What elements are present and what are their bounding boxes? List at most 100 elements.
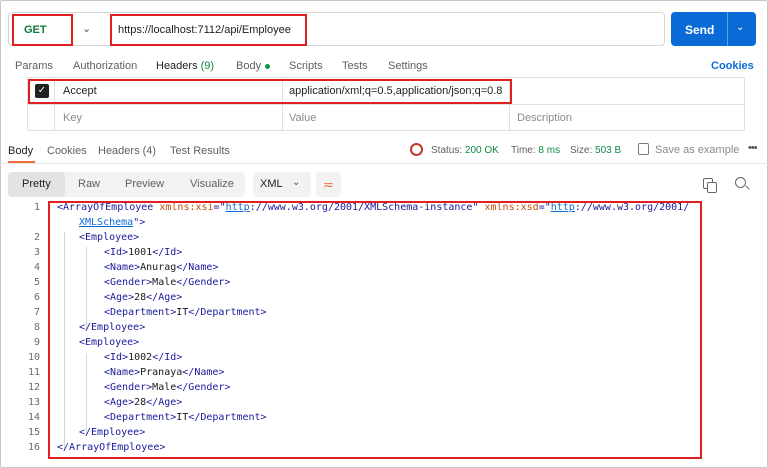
tab-settings[interactable]: Settings — [388, 60, 428, 72]
response-tab-test-results[interactable]: Test Results — [170, 145, 230, 157]
code-line: 3 <Id>1001</Id> — [0, 247, 768, 262]
code-text: <Employee> — [79, 337, 140, 348]
line-number: 14 — [27, 412, 40, 423]
code-text: <Age>28</Age> — [104, 292, 183, 303]
line-number: 5 — [33, 277, 40, 288]
code-text: </Employee> — [79, 427, 146, 438]
code-text: <Name>Anurag</Name> — [104, 262, 219, 273]
time-label: Time: — [511, 145, 536, 156]
line-number: 3 — [33, 247, 40, 258]
line-number: 1 — [33, 202, 40, 213]
code-text: </Employee> — [79, 322, 146, 333]
send-button-label[interactable]: Send — [685, 23, 714, 37]
code-text: <ArrayOfEmployee xmlns:xsi="http://www.w… — [57, 202, 690, 213]
view-preview[interactable]: Preview — [125, 178, 164, 190]
line-number: 4 — [33, 262, 40, 273]
code-text: <Department>IT</Department> — [104, 412, 267, 423]
size-readout[interactable]: Size: 503 B — [570, 145, 621, 156]
size-label: Size: — [570, 145, 593, 156]
more-options-icon[interactable]: ••• — [748, 142, 758, 154]
request-bar — [8, 12, 665, 46]
wrap-lines-icon[interactable]: ≂ — [316, 172, 341, 197]
tab-body[interactable]: Body — [236, 60, 271, 72]
tab-params[interactable]: Params — [15, 60, 53, 72]
tab-headers[interactable]: Headers (9) — [156, 60, 214, 72]
chevron-down-icon[interactable]: ⌄ — [292, 177, 300, 188]
code-line: 4 <Name>Anurag</Name> — [0, 262, 768, 277]
code-line: 12 <Gender>Male</Gender> — [0, 382, 768, 397]
code-line: 8 </Employee> — [0, 322, 768, 337]
line-number: 13 — [27, 397, 40, 408]
tab-authorization[interactable]: Authorization — [73, 60, 137, 72]
code-line: 6 <Age>28</Age> — [0, 292, 768, 307]
status-value: 200 OK — [464, 145, 499, 156]
tab-body-label: Body — [236, 60, 262, 72]
chevron-down-icon[interactable]: ⌄ — [82, 22, 91, 35]
body-active-dot — [265, 63, 271, 69]
line-number: 12 — [27, 382, 40, 393]
code-text: <Gender>Male</Gender> — [104, 382, 231, 393]
code-text: <Department>IT</Department> — [104, 307, 267, 318]
line-number: 2 — [33, 232, 40, 243]
response-separator — [0, 163, 768, 164]
key-placeholder[interactable]: Key — [63, 112, 82, 124]
url-input[interactable]: https://localhost:7112/api/Employee — [118, 24, 291, 36]
code-line: 16 </ArrayOfEmployee> — [0, 442, 768, 457]
tab-tests[interactable]: Tests — [342, 60, 368, 72]
globe-icon[interactable] — [410, 143, 423, 156]
size-value: 503 B — [595, 145, 622, 156]
status-label: Status: — [431, 145, 463, 156]
view-raw[interactable]: Raw — [78, 178, 100, 190]
response-tab-body[interactable]: Body — [8, 145, 33, 157]
cookies-link[interactable]: Cookies — [711, 60, 754, 72]
table-divider — [27, 104, 745, 105]
line-number: 8 — [33, 322, 40, 333]
line-number: 16 — [27, 442, 40, 453]
code-text: </ArrayOfEmployee> — [57, 442, 166, 453]
line-number: 11 — [27, 367, 40, 378]
copy-icon-front — [707, 182, 717, 193]
line-number: 10 — [27, 352, 40, 363]
view-visualize[interactable]: Visualize — [190, 178, 234, 190]
view-pretty[interactable]: Pretty — [22, 178, 51, 190]
header-value-cell[interactable]: application/xml;q=0.5,application/json;q… — [289, 85, 502, 97]
code-line: 14 <Department>IT</Department> — [0, 412, 768, 427]
save-as-example-button[interactable]: Save as example — [655, 144, 739, 156]
code-line: 11 <Name>Pranaya</Name> — [0, 367, 768, 382]
line-number: 9 — [33, 337, 40, 348]
code-text: <Id>1001</Id> — [104, 247, 183, 258]
tab-headers-label: Headers — [156, 60, 198, 72]
code-text: XMLSchema"> — [79, 217, 146, 228]
tab-headers-count: (9) — [200, 60, 215, 72]
code-line: 10 <Id>1002</Id> — [0, 352, 768, 367]
code-line: 7 <Department>IT</Department> — [0, 307, 768, 322]
code-text: <Name>Pranaya</Name> — [104, 367, 225, 378]
code-text: <Age>28</Age> — [104, 397, 183, 408]
tab-scripts[interactable]: Scripts — [289, 60, 323, 72]
code-line: 2 <Employee> — [0, 232, 768, 247]
description-placeholder[interactable]: Description — [517, 112, 572, 124]
code-line: 9 <Employee> — [0, 337, 768, 352]
response-tab-headers[interactable]: Headers (4) — [98, 145, 156, 157]
line-number: 15 — [27, 427, 40, 438]
response-tab-headers-label: Headers — [98, 145, 140, 157]
line-number: 6 — [33, 292, 40, 303]
format-label[interactable]: XML — [260, 178, 283, 190]
code-line: 5 <Gender>Male</Gender> — [0, 277, 768, 292]
method-select[interactable]: GET — [24, 24, 47, 36]
code-text: <Id>1002</Id> — [104, 352, 183, 363]
search-icon[interactable] — [735, 177, 746, 188]
code-line: XMLSchema"> — [0, 217, 768, 232]
response-tab-headers-count: (4) — [142, 145, 157, 157]
status-readout[interactable]: Status: 200 OK — [431, 145, 499, 156]
code-line: 15 </Employee> — [0, 427, 768, 442]
header-enabled-checkbox[interactable]: ✓ — [35, 84, 49, 98]
send-options-chevron-icon[interactable]: ⌄ — [736, 22, 744, 33]
line-number: 7 — [33, 307, 40, 318]
header-key-cell[interactable]: Accept — [63, 85, 97, 97]
save-icon[interactable] — [638, 143, 649, 155]
response-tab-cookies[interactable]: Cookies — [47, 145, 87, 157]
time-readout[interactable]: Time: 8 ms — [511, 145, 560, 156]
value-placeholder[interactable]: Value — [289, 112, 316, 124]
time-value: 8 ms — [538, 145, 561, 156]
